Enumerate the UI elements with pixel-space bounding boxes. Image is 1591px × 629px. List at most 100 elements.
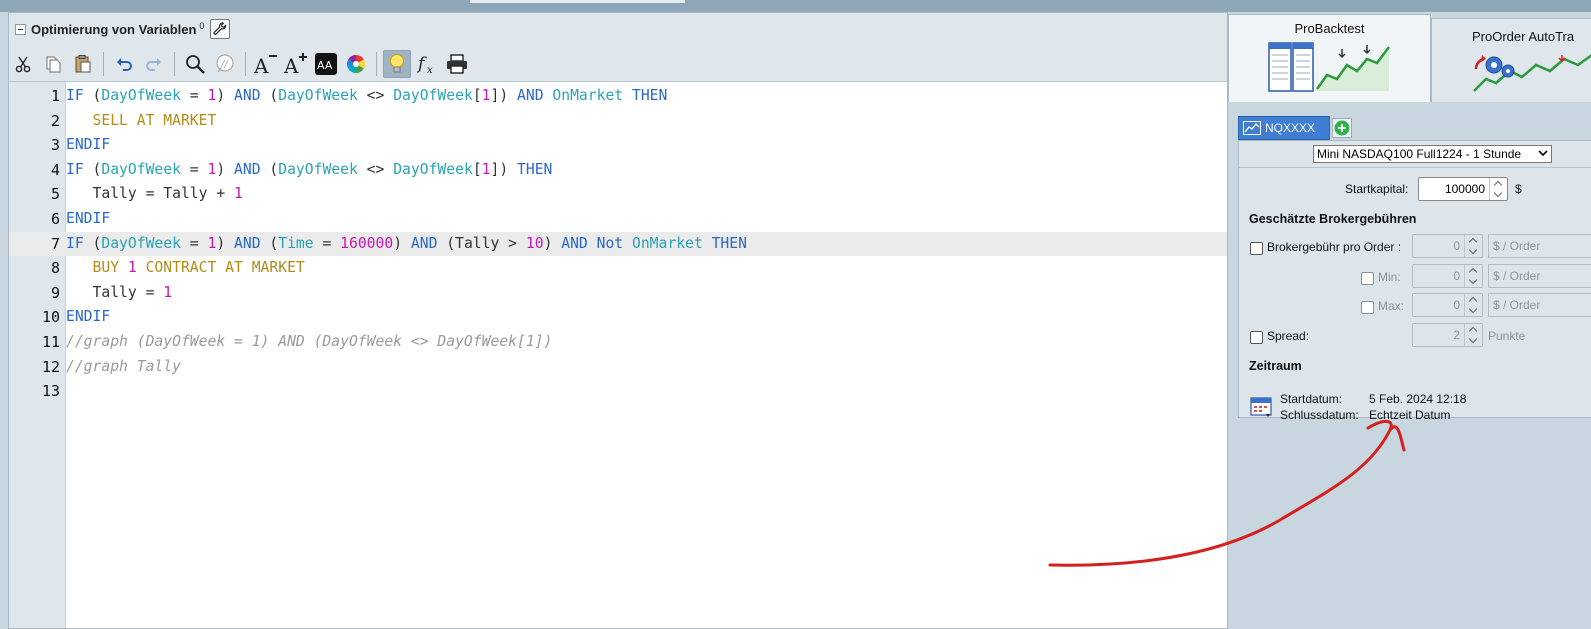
- undo-icon[interactable]: [110, 50, 138, 78]
- broker-order-unit[interactable]: $ / Order: [1488, 234, 1591, 258]
- code-token: ): [216, 160, 235, 178]
- redo-icon[interactable]: [140, 50, 168, 78]
- spread-input[interactable]: 2: [1412, 323, 1483, 347]
- code-line[interactable]: 10 ENDIF: [9, 305, 1233, 330]
- editor-toolbar: // A A AA fx: [9, 47, 1233, 81]
- code-token: DayOfWeek: [393, 87, 473, 104]
- code-token: ENDIF: [66, 136, 111, 154]
- min-input[interactable]: 0: [1412, 264, 1483, 288]
- broker-order-input[interactable]: 0: [1412, 234, 1483, 258]
- add-instrument-button[interactable]: [1332, 118, 1352, 138]
- toolbar-separator: [245, 52, 246, 76]
- code-token: ): [216, 234, 235, 252]
- max-stepper[interactable]: [1464, 294, 1482, 316]
- code-token: 1: [481, 160, 491, 178]
- font-decrease-icon[interactable]: A: [252, 50, 280, 78]
- startkapital-stepper[interactable]: [1489, 178, 1507, 200]
- broker-order-stepper[interactable]: [1464, 235, 1482, 257]
- code-token: IF: [66, 160, 84, 178]
- max-input[interactable]: 0: [1412, 293, 1483, 317]
- min-stepper[interactable]: [1464, 265, 1482, 287]
- code-token: THEN: [632, 87, 668, 104]
- code-line[interactable]: 1 IF (DayOfWeek = 1) AND (DayOfWeek <> Da…: [9, 84, 1233, 109]
- startdatum-value[interactable]: 5 Feb. 2024 12:18: [1369, 392, 1466, 406]
- code-token: (: [260, 234, 279, 252]
- comment-icon[interactable]: //: [211, 50, 239, 78]
- code-token: <>: [357, 87, 394, 104]
- font-style-icon[interactable]: AA: [312, 50, 340, 78]
- max-value: 0: [1453, 298, 1460, 312]
- code-token: (Tally >: [437, 234, 526, 252]
- code-line[interactable]: 3 ENDIF: [9, 133, 1233, 158]
- min-unit[interactable]: $ / Order: [1488, 264, 1591, 288]
- code-line[interactable]: 4 IF (DayOfWeek = 1) AND (DayOfWeek <> Da…: [9, 158, 1233, 183]
- line-number: 11: [41, 333, 60, 351]
- chevron-down-icon: [1538, 150, 1548, 157]
- code-line[interactable]: 2 SELL AT MARKET: [9, 109, 1233, 134]
- startkapital-input[interactable]: 100000: [1418, 177, 1508, 201]
- code-line[interactable]: 12 //graph Tally: [9, 355, 1233, 380]
- collapse-icon[interactable]: [15, 23, 26, 35]
- code-token: AND: [234, 87, 261, 104]
- tab-probacktest[interactable]: ProBacktest: [1228, 14, 1431, 102]
- spread-stepper[interactable]: [1464, 324, 1482, 346]
- code-line[interactable]: 7 IF (DayOfWeek = 1) AND (Time = 160000) …: [9, 231, 1233, 257]
- code-line[interactable]: 11 //graph (DayOfWeek = 1) AND (DayOfWeek…: [9, 330, 1233, 355]
- lightbulb-icon[interactable]: [383, 50, 411, 78]
- tab-proorder[interactable]: ProOrder AutoTra: [1431, 18, 1591, 102]
- code-token: OnMarket: [632, 234, 703, 252]
- code-line[interactable]: 13: [9, 379, 1233, 404]
- code-token: DayOfWeek: [101, 87, 181, 104]
- spread-label: Spread:: [1267, 329, 1310, 343]
- svg-text:A: A: [253, 54, 269, 76]
- code-token: DayOfWeek: [101, 234, 181, 252]
- code-token: //graph (DayOfWeek = 1) AND (DayOfWeek <…: [66, 333, 553, 350]
- code-token: AND: [234, 234, 261, 252]
- code-text: SELL AT MARKET: [66, 109, 217, 134]
- code-line[interactable]: 5 Tally = Tally + 1: [9, 182, 1233, 207]
- line-number: 10: [41, 308, 60, 327]
- code-token: (: [260, 160, 279, 178]
- font-increase-icon[interactable]: A: [282, 50, 310, 78]
- code-token: OnMarket: [552, 87, 624, 104]
- min-checkbox[interactable]: [1361, 272, 1374, 285]
- spread-unit: Punkte: [1488, 329, 1526, 343]
- code-token: DayOfWeek: [278, 87, 358, 104]
- code-token: (: [83, 87, 102, 104]
- print-icon[interactable]: [443, 50, 471, 78]
- startdatum-label: Startdatum:: [1280, 392, 1343, 406]
- copy-icon[interactable]: [39, 50, 67, 78]
- max-checkbox[interactable]: [1361, 301, 1374, 314]
- code-token: IF: [66, 234, 84, 252]
- code-text: ENDIF: [66, 133, 110, 158]
- search-icon[interactable]: [181, 50, 209, 78]
- instrument-select[interactable]: Mini NASDAQ100 Full1224 - 1 Stunde: [1313, 145, 1552, 163]
- startkapital-value: 100000: [1444, 182, 1485, 196]
- code-text: ENDIF: [66, 305, 110, 330]
- instrument-tab[interactable]: NQXXXX: [1238, 116, 1330, 140]
- code-token: BUY: [92, 259, 128, 277]
- backtest-panel: ProBacktest ProOrder AutoTra NQXXXX Mini…: [1227, 12, 1591, 629]
- broker-order-checkbox[interactable]: [1250, 242, 1263, 255]
- wrench-icon[interactable]: [210, 19, 231, 39]
- function-icon[interactable]: fx: [413, 50, 441, 78]
- code-line[interactable]: 6 ENDIF: [9, 207, 1233, 232]
- tab-probacktest-label: ProBacktest: [1294, 21, 1365, 36]
- code-line[interactable]: 8 BUY 1 CONTRACT AT MARKET: [9, 256, 1233, 281]
- line-number: 9: [50, 283, 60, 302]
- max-unit[interactable]: $ / Order: [1488, 293, 1591, 317]
- line-number: 4: [50, 160, 60, 179]
- calendar-icon[interactable]: [1250, 395, 1274, 419]
- schlussdatum-value[interactable]: Echtzeit Datum: [1369, 408, 1450, 422]
- spread-checkbox[interactable]: [1250, 331, 1263, 344]
- cut-icon[interactable]: [9, 50, 37, 78]
- code-area[interactable]: 1 IF (DayOfWeek = 1) AND (DayOfWeek <> Da…: [9, 81, 1233, 628]
- color-wheel-icon[interactable]: [342, 50, 370, 78]
- code-token: 10: [525, 234, 544, 252]
- code-line[interactable]: 9 Tally = 1: [9, 281, 1233, 306]
- paste-icon[interactable]: [69, 50, 97, 78]
- min-label: Min:: [1378, 270, 1401, 284]
